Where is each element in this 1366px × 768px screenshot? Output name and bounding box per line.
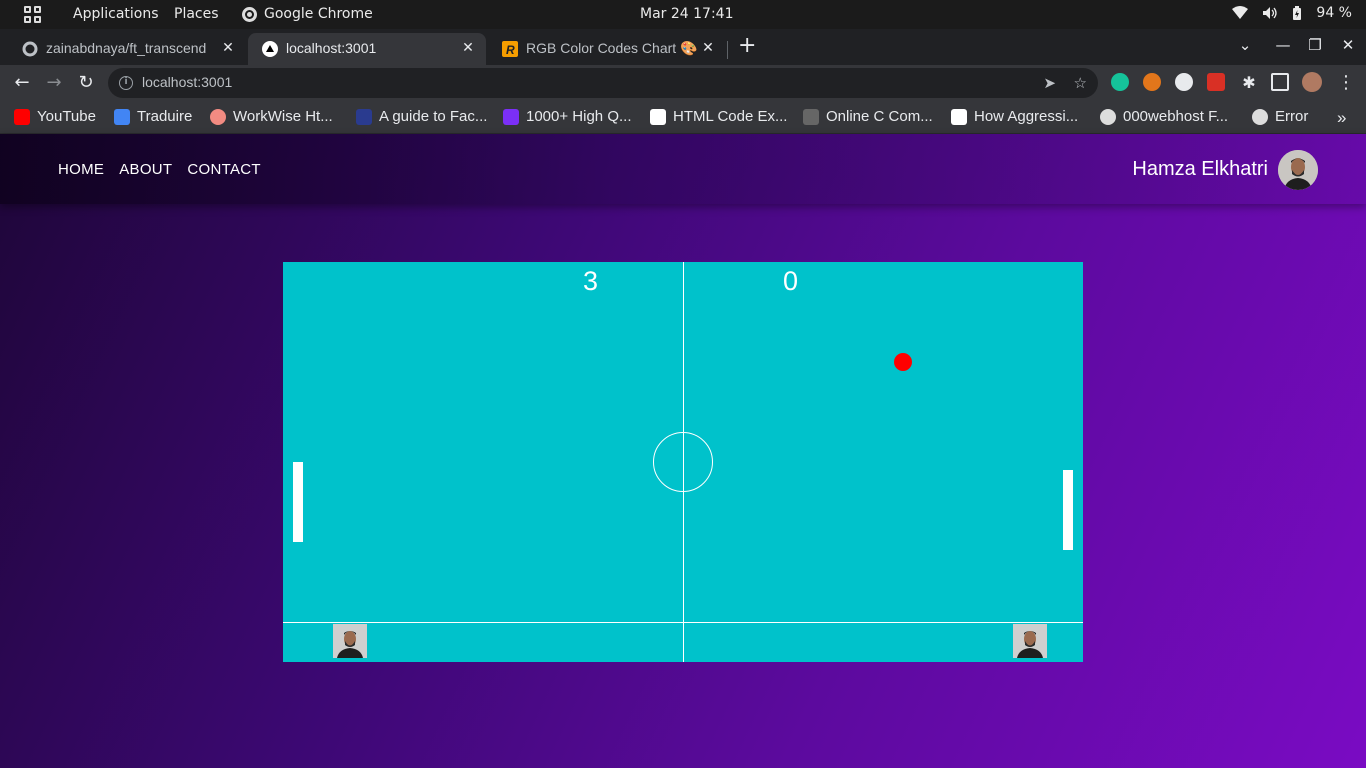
globe-icon <box>1100 108 1116 125</box>
close-tab-icon[interactable]: ✕ <box>460 39 476 55</box>
tab-label: localhost:3001 <box>286 40 377 56</box>
close-tab-icon[interactable]: ✕ <box>700 39 716 55</box>
active-app-menu[interactable]: Google Chrome <box>264 6 373 22</box>
grammarly-extension-icon[interactable] <box>1111 73 1129 91</box>
volume-icon <box>1263 7 1278 19</box>
tab-label: RGB Color Codes Chart 🎨 <box>526 40 698 56</box>
translate-icon <box>114 108 130 125</box>
tab-search-icon[interactable]: ⌄ <box>1235 36 1255 54</box>
extension-icon[interactable] <box>1175 73 1193 91</box>
new-tab-button[interactable]: + <box>738 35 756 57</box>
youtube-icon <box>14 108 30 125</box>
tab-strip: zainabdnaya/ft_transcend ✕ localhost:300… <box>0 29 1366 65</box>
user-name[interactable]: Hamza Elkhatri <box>1132 158 1268 181</box>
chrome-app-icon <box>242 7 257 22</box>
ball <box>894 353 912 371</box>
github-icon <box>22 41 38 57</box>
close-window-icon[interactable]: ✕ <box>1338 36 1358 54</box>
left-paddle <box>293 462 303 542</box>
profile-avatar-icon[interactable] <box>1302 72 1322 92</box>
bookmarks-bar: YouTube Traduire WorkWise Ht... A guide … <box>0 101 1366 134</box>
triangle-icon <box>262 41 278 57</box>
site-header: HOME ABOUT CONTACT Hamza Elkhatri <box>0 134 1366 204</box>
tab-separator <box>727 41 728 59</box>
person-photo-icon <box>1013 624 1047 658</box>
minimize-window-icon[interactable]: — <box>1273 36 1293 54</box>
app-grid-icon[interactable] <box>24 6 41 23</box>
user-avatar[interactable] <box>1278 150 1318 190</box>
forward-button[interactable]: → <box>44 73 64 93</box>
address-bar[interactable]: i localhost:3001 ➤ ☆ <box>108 68 1098 98</box>
right-paddle <box>1063 470 1073 550</box>
sa-logo-icon <box>951 108 967 125</box>
workwise-icon <box>210 108 226 125</box>
reload-button[interactable]: ↻ <box>76 73 96 93</box>
bookmark-how-aggressive[interactable]: How Aggressi... <box>951 108 1078 125</box>
nav-contact[interactable]: CONTACT <box>187 161 260 178</box>
system-tray[interactable]: 94 % <box>1232 5 1352 21</box>
bottom-boundary-line <box>283 622 1083 623</box>
metamask-extension-icon[interactable] <box>1143 73 1161 91</box>
more-bookmarks-icon[interactable]: » <box>1337 108 1346 128</box>
person-photo-icon <box>1278 150 1318 190</box>
bookmark-traduire[interactable]: Traduire <box>114 108 192 125</box>
bookmark-guide[interactable]: A guide to Fac... <box>356 108 487 125</box>
arrow-logo-icon <box>503 108 519 125</box>
bookmark-000webhost[interactable]: 000webhost F... <box>1100 108 1228 125</box>
globe-icon <box>1252 108 1268 125</box>
c-extension-icon[interactable] <box>1207 73 1225 91</box>
tab-localhost[interactable]: localhost:3001 ✕ <box>248 33 486 65</box>
bookmark-online-c[interactable]: Online C Com... <box>803 108 933 125</box>
score-right: 0 <box>783 266 799 296</box>
site-info-icon[interactable]: i <box>119 76 133 90</box>
score-left: 3 <box>583 266 599 296</box>
chrome-menu-icon[interactable]: ⋮ <box>1336 73 1356 93</box>
places-menu[interactable]: Places <box>174 6 219 22</box>
battery-level: 94 % <box>1316 5 1352 21</box>
bookmark-workwise[interactable]: WorkWise Ht... <box>210 108 333 125</box>
person-photo-icon <box>333 624 367 658</box>
bookmark-star-icon[interactable]: ☆ <box>1074 74 1087 92</box>
bookmark-html-code[interactable]: HTML Code Ex... <box>650 108 787 125</box>
battery-icon <box>1293 5 1302 20</box>
bookmark-error[interactable]: Error <box>1252 108 1308 125</box>
compiler-icon <box>803 108 819 125</box>
right-player-avatar <box>1013 624 1047 658</box>
nav-about[interactable]: ABOUT <box>119 161 172 178</box>
wifi-icon <box>1232 6 1249 19</box>
tab-label: zainabdnaya/ft_transcend <box>46 40 207 56</box>
back-button[interactable]: ← <box>12 73 32 93</box>
pong-game-canvas[interactable]: 3 0 <box>283 262 1083 662</box>
left-player-avatar <box>333 624 367 658</box>
browser-toolbar: ← → ↻ i localhost:3001 ➤ ☆ ✱ ⋮ <box>0 65 1366 101</box>
side-panel-icon[interactable] <box>1271 73 1289 91</box>
url-text[interactable]: localhost:3001 <box>142 74 232 90</box>
center-circle <box>653 432 713 492</box>
r-logo-icon: R <box>502 41 518 57</box>
f-logo-icon <box>650 108 666 125</box>
web-page: HOME ABOUT CONTACT Hamza Elkhatri 3 0 <box>0 134 1366 768</box>
send-tab-icon[interactable]: ➤ <box>1043 74 1056 92</box>
bookmark-youtube[interactable]: YouTube <box>14 108 96 125</box>
nav-home[interactable]: HOME <box>58 161 104 178</box>
system-top-bar: Applications Places Google Chrome Mar 24… <box>0 0 1366 29</box>
close-tab-icon[interactable]: ✕ <box>220 39 236 55</box>
bookmark-high-quality[interactable]: 1000+ High Q... <box>503 108 631 125</box>
extensions-puzzle-icon[interactable]: ✱ <box>1239 73 1259 93</box>
main-nav: HOME ABOUT CONTACT <box>58 161 261 178</box>
site-icon <box>356 108 372 125</box>
svg-text:R: R <box>506 43 515 57</box>
restore-window-icon[interactable]: ❐ <box>1305 36 1325 54</box>
tab-rgb-chart[interactable]: R RGB Color Codes Chart 🎨 ✕ <box>488 33 726 65</box>
applications-menu[interactable]: Applications <box>73 6 159 22</box>
clock[interactable]: Mar 24 17:41 <box>640 6 733 22</box>
tab-github[interactable]: zainabdnaya/ft_transcend ✕ <box>8 33 246 65</box>
